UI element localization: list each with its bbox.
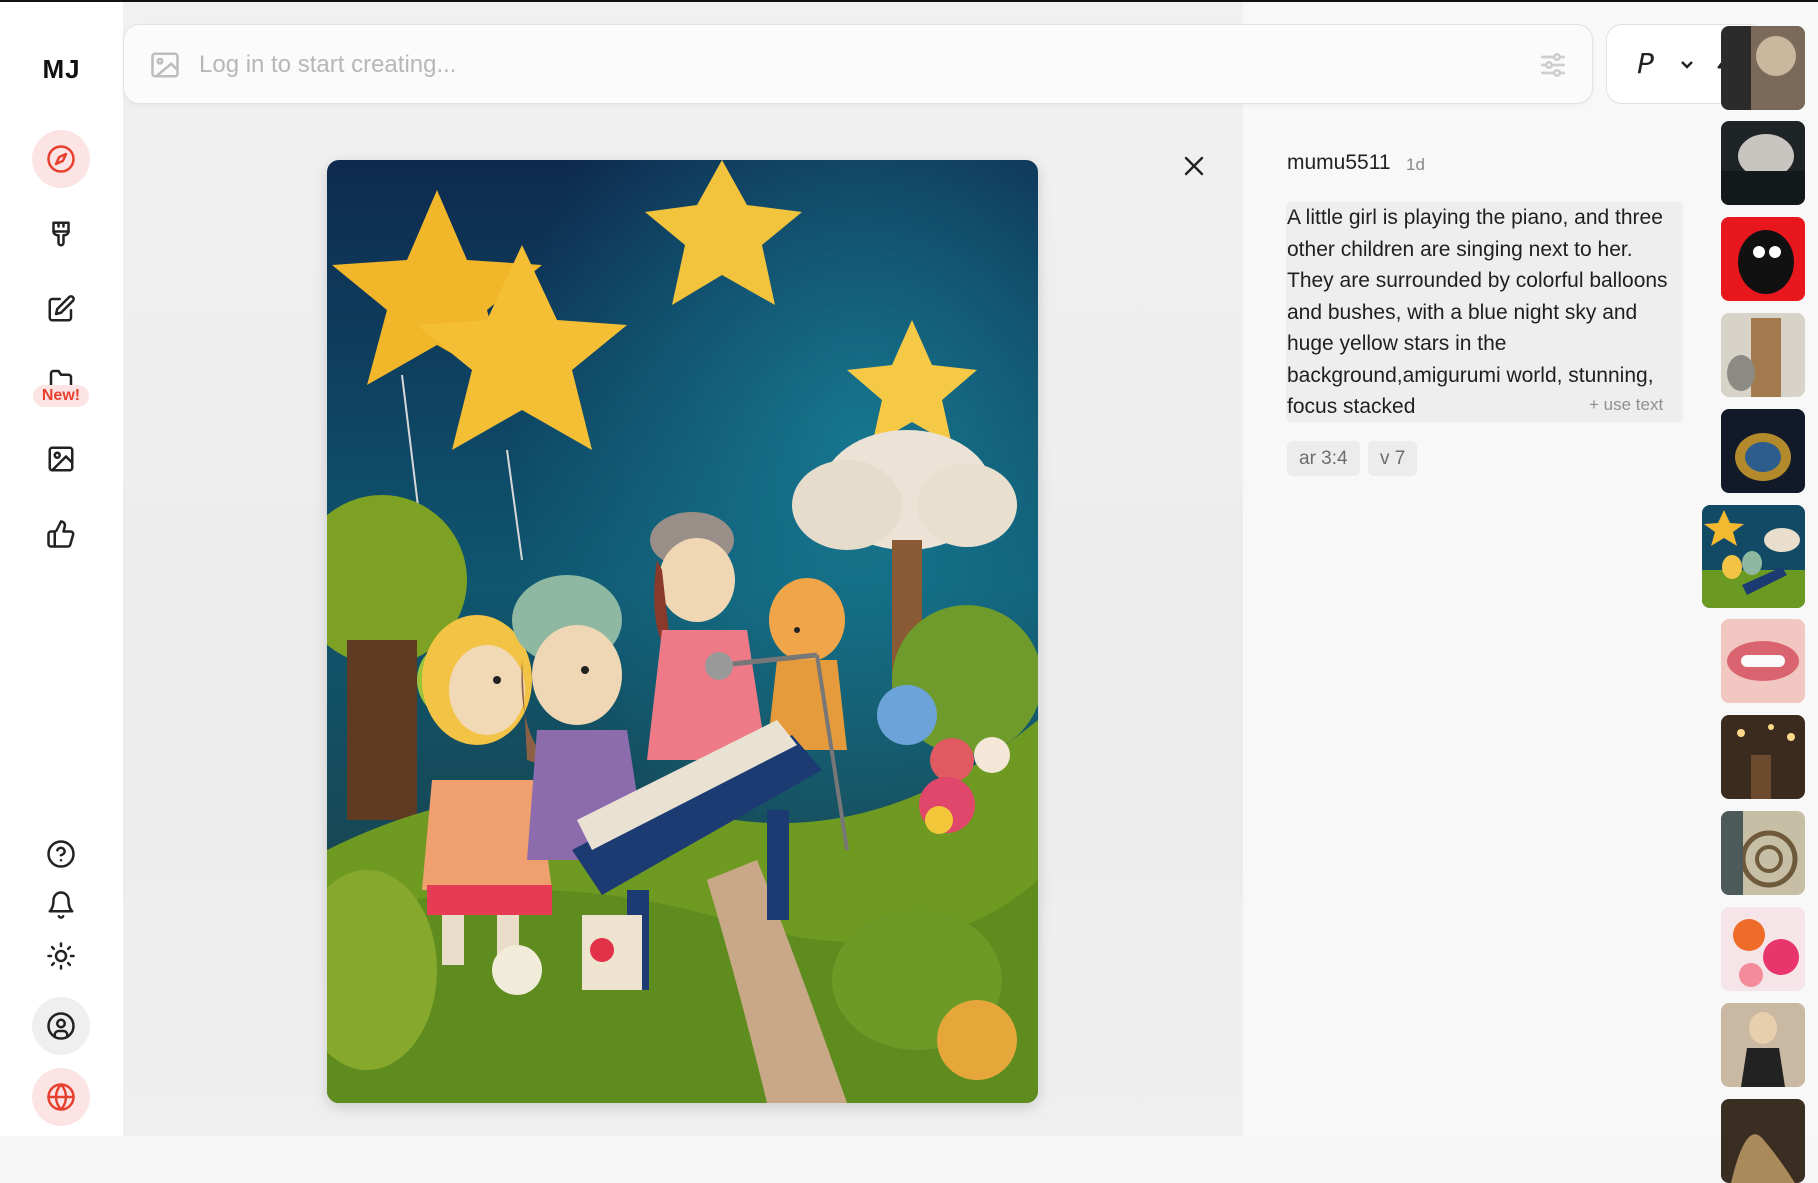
chevron-down-icon[interactable] [1679,56,1695,72]
mode-label: P [1637,47,1654,80]
thumb-abstract[interactable] [1721,811,1805,895]
thumb-black-cat[interactable] [1721,217,1805,301]
sidebar-item-create[interactable] [32,205,90,263]
sidebar-item-help[interactable] [32,825,90,883]
sidebar-item-rank[interactable] [32,505,90,563]
image-icon [48,446,74,472]
thumbs-up-icon [47,520,75,548]
use-text-button[interactable]: + use text [1589,395,1663,415]
param-version: v 7 [1368,441,1418,476]
bell-icon [48,891,74,919]
thumb-woman[interactable] [1721,1003,1805,1087]
help-icon [47,840,75,868]
close-icon[interactable] [1180,152,1208,180]
app-logo[interactable]: MJ [0,54,123,85]
sidebar-item-organize[interactable] [32,430,90,488]
paintbrush-icon [52,221,70,247]
new-badge: New! [33,385,89,407]
thumb-amigurumi[interactable] [1702,505,1805,608]
globe-icon [47,1083,75,1111]
main-image[interactable] [327,160,1038,1103]
prompt-bar [123,24,1593,104]
thumb-lips[interactable] [1721,619,1805,703]
sidebar-item-notifications[interactable] [32,876,90,934]
image-upload-icon[interactable] [150,51,180,79]
sidebar-item-theme[interactable] [32,927,90,985]
sidebar-item-edit[interactable] [32,280,90,338]
user-circle-icon [47,1012,75,1040]
thumb-dark-figure[interactable] [1721,121,1805,205]
sidebar-item-language[interactable] [32,1068,90,1126]
thumb-jewel[interactable] [1721,409,1805,493]
param-aspect-ratio: ar 3:4 [1287,441,1360,476]
settings-sliders-icon[interactable] [1537,49,1569,81]
sidebar: MJ New! [0,2,123,1136]
post-age: 1d [1406,155,1425,174]
thumb-party[interactable] [1721,715,1805,799]
sun-icon [47,942,75,970]
prompt-text: A little girl is playing the piano, and … [1287,206,1668,418]
edit-icon [48,295,75,322]
sidebar-item-explore[interactable] [32,130,90,188]
thumb-flowers[interactable] [1721,907,1805,991]
thumb-wolf-fashion[interactable] [1721,313,1805,397]
compass-icon [47,145,75,173]
thumb-dog[interactable] [1721,26,1805,110]
thumb-gold[interactable] [1721,1099,1805,1183]
sidebar-item-account[interactable] [32,997,90,1055]
author-name[interactable]: mumu5511 [1287,151,1391,175]
prompt-input[interactable] [199,45,1499,85]
